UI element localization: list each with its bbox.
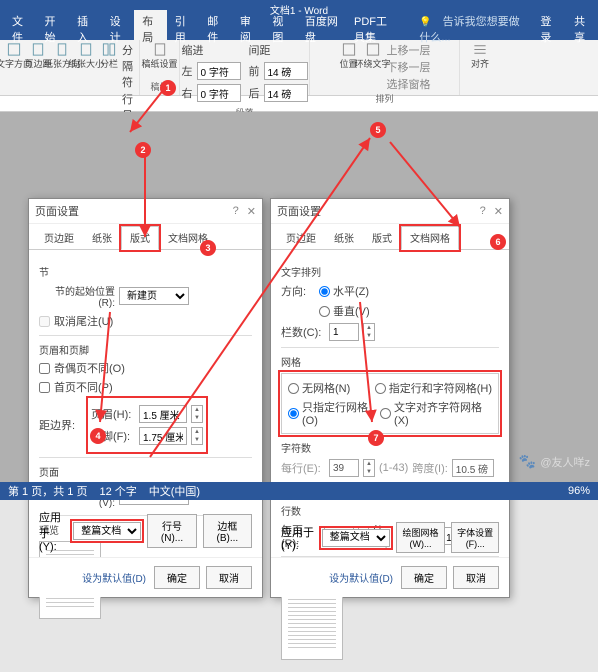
headers-label: 页眉和页脚 <box>39 342 252 357</box>
bring-fwd-button[interactable]: 上移一层 <box>387 42 431 58</box>
page-setup-dialog-1: 页面设置?✕ 页边距 纸张 版式 文档网格 节 节的起始位置(R):新建页 取消… <box>28 198 263 598</box>
ribbon: 文字方向 页边距 纸张方向 纸张大小 分栏 分隔符 行号 断字 页面设置↘ 稿纸… <box>0 40 598 96</box>
marker-6: 6 <box>490 234 506 250</box>
status-words: 12 个字 <box>99 483 136 499</box>
wrap-button[interactable]: 环绕文字 <box>363 42 383 70</box>
manuscript-button[interactable]: 稿纸设置 <box>150 42 170 70</box>
linenum-btn[interactable]: 行号(N)... <box>147 514 197 548</box>
default-btn-1[interactable]: 设为默认值(D) <box>80 566 148 589</box>
dir-label: 方向: <box>281 283 315 299</box>
dlg1-title: 页面设置 <box>35 203 79 219</box>
selection-pane-button[interactable]: 选择窗格 <box>387 76 431 92</box>
dlg1-tab-layout[interactable]: 版式 <box>121 226 159 250</box>
dir-vert-radio[interactable] <box>319 306 330 317</box>
apply-label-2: 应用于(Y): <box>281 524 316 552</box>
footer-dist-input[interactable] <box>139 427 187 445</box>
dlg2-help-icon[interactable]: ? <box>480 205 486 218</box>
dlg1-close-icon[interactable]: ✕ <box>247 205 256 218</box>
dlg2-tab-layout[interactable]: 版式 <box>363 226 401 249</box>
indent-right-input[interactable] <box>197 84 241 102</box>
size-button[interactable]: 纸张大小 <box>76 42 96 70</box>
first-diff-check[interactable] <box>39 382 50 393</box>
apply-label-1: 应用于(Y): <box>39 509 67 553</box>
ok-btn-1[interactable]: 确定 <box>154 566 200 589</box>
status-lang: 中文(中国) <box>149 483 200 499</box>
section-start-select[interactable]: 新建页 <box>119 287 189 305</box>
marker-7: 7 <box>368 430 384 446</box>
document-canvas: 页面设置?✕ 页边距 纸张 版式 文档网格 节 节的起始位置(R):新建页 取消… <box>0 112 598 492</box>
dlg2-title: 页面设置 <box>277 203 321 219</box>
perline-input <box>329 459 359 477</box>
textdir-label: 文字排列 <box>281 264 499 279</box>
dlg2-tab-paper[interactable]: 纸张 <box>325 226 363 249</box>
page-setup-dialog-2: 页面设置?✕ 页边距 纸张 版式 文档网格 文字排列 方向: 水平(Z) 垂直(… <box>270 198 510 598</box>
page-section-label: 页面 <box>39 464 252 479</box>
drawgrid-btn[interactable]: 绘图网格(W)... <box>396 522 446 553</box>
space-after-input[interactable] <box>264 84 308 102</box>
cols-input[interactable] <box>329 323 359 341</box>
columns-button[interactable]: 分栏 <box>100 42 118 70</box>
share-button[interactable]: 共享 <box>566 10 594 48</box>
apply-select-1[interactable]: 整篇文档 <box>73 522 141 540</box>
section-label: 节 <box>39 264 252 279</box>
from-edge-label: 距边界: <box>39 417 85 433</box>
grid-none-radio[interactable] <box>288 383 299 394</box>
apply-select-2[interactable]: 整篇文档 <box>322 529 390 547</box>
send-back-button[interactable]: 下移一层 <box>387 59 431 75</box>
marker-3: 3 <box>200 240 216 256</box>
status-page: 第 1 页，共 1 页 <box>8 483 87 499</box>
menubar: 文件 开始 插入 设计 布局 引用 邮件 审阅 视图 百度网盘 PDF工具集 💡… <box>0 18 598 40</box>
space-before-input[interactable] <box>264 62 308 80</box>
align-button[interactable]: 对齐 <box>470 42 490 70</box>
default-btn-2[interactable]: 设为默认值(D) <box>327 566 395 589</box>
breaks-button[interactable]: 分隔符 <box>122 42 135 90</box>
cols-label: 栏数(C): <box>281 324 325 340</box>
cancel-btn-2[interactable]: 取消 <box>453 566 499 589</box>
chars-label: 字符数 <box>281 440 499 455</box>
header-dist-input[interactable] <box>139 405 187 423</box>
dlg2-close-icon[interactable]: ✕ <box>494 205 503 218</box>
dlg1-tab-paper[interactable]: 纸张 <box>83 226 121 249</box>
pitch-input <box>452 459 494 477</box>
grid-lines-radio[interactable] <box>288 408 299 419</box>
cancel-btn-1[interactable]: 取消 <box>206 566 252 589</box>
login-link[interactable]: 登录 <box>532 10 560 48</box>
indent-label: 缩进 <box>182 42 241 58</box>
statusbar: 第 1 页，共 1 页 12 个字 中文(中国) 96% <box>0 482 598 500</box>
odd-even-check[interactable] <box>39 363 50 374</box>
grid-label: 网格 <box>281 354 499 369</box>
indent-left-input[interactable] <box>197 62 241 80</box>
text-direction-button[interactable]: 文字方向 <box>4 42 24 70</box>
watermark: 🐾@友人咩z <box>519 453 590 470</box>
ok-btn-2[interactable]: 确定 <box>401 566 447 589</box>
marker-5: 5 <box>370 122 386 138</box>
dlg2-tab-margin[interactable]: 页边距 <box>277 226 325 249</box>
grid-snap-radio[interactable] <box>380 408 391 419</box>
border-btn[interactable]: 边框(B)... <box>203 514 252 548</box>
dlg1-tab-margin[interactable]: 页边距 <box>35 226 83 249</box>
marker-1: 1 <box>160 80 176 96</box>
marker-2: 2 <box>135 142 151 158</box>
section-start-label: 节的起始位置(R): <box>39 283 115 309</box>
group-arrange-label: 排列 <box>375 92 393 105</box>
fontset-btn[interactable]: 字体设置(F)... <box>451 522 499 553</box>
dlg1-help-icon[interactable]: ? <box>233 205 239 218</box>
zoom-value[interactable]: 96% <box>568 485 590 497</box>
spacing-label: 间距 <box>249 42 308 58</box>
suppress-endnote-check <box>39 316 50 327</box>
grid-spec-radio[interactable] <box>375 383 386 394</box>
dlg2-tab-grid[interactable]: 文档网格 <box>401 226 459 250</box>
dir-horiz-radio[interactable] <box>319 286 330 297</box>
marker-4: 4 <box>90 428 106 444</box>
